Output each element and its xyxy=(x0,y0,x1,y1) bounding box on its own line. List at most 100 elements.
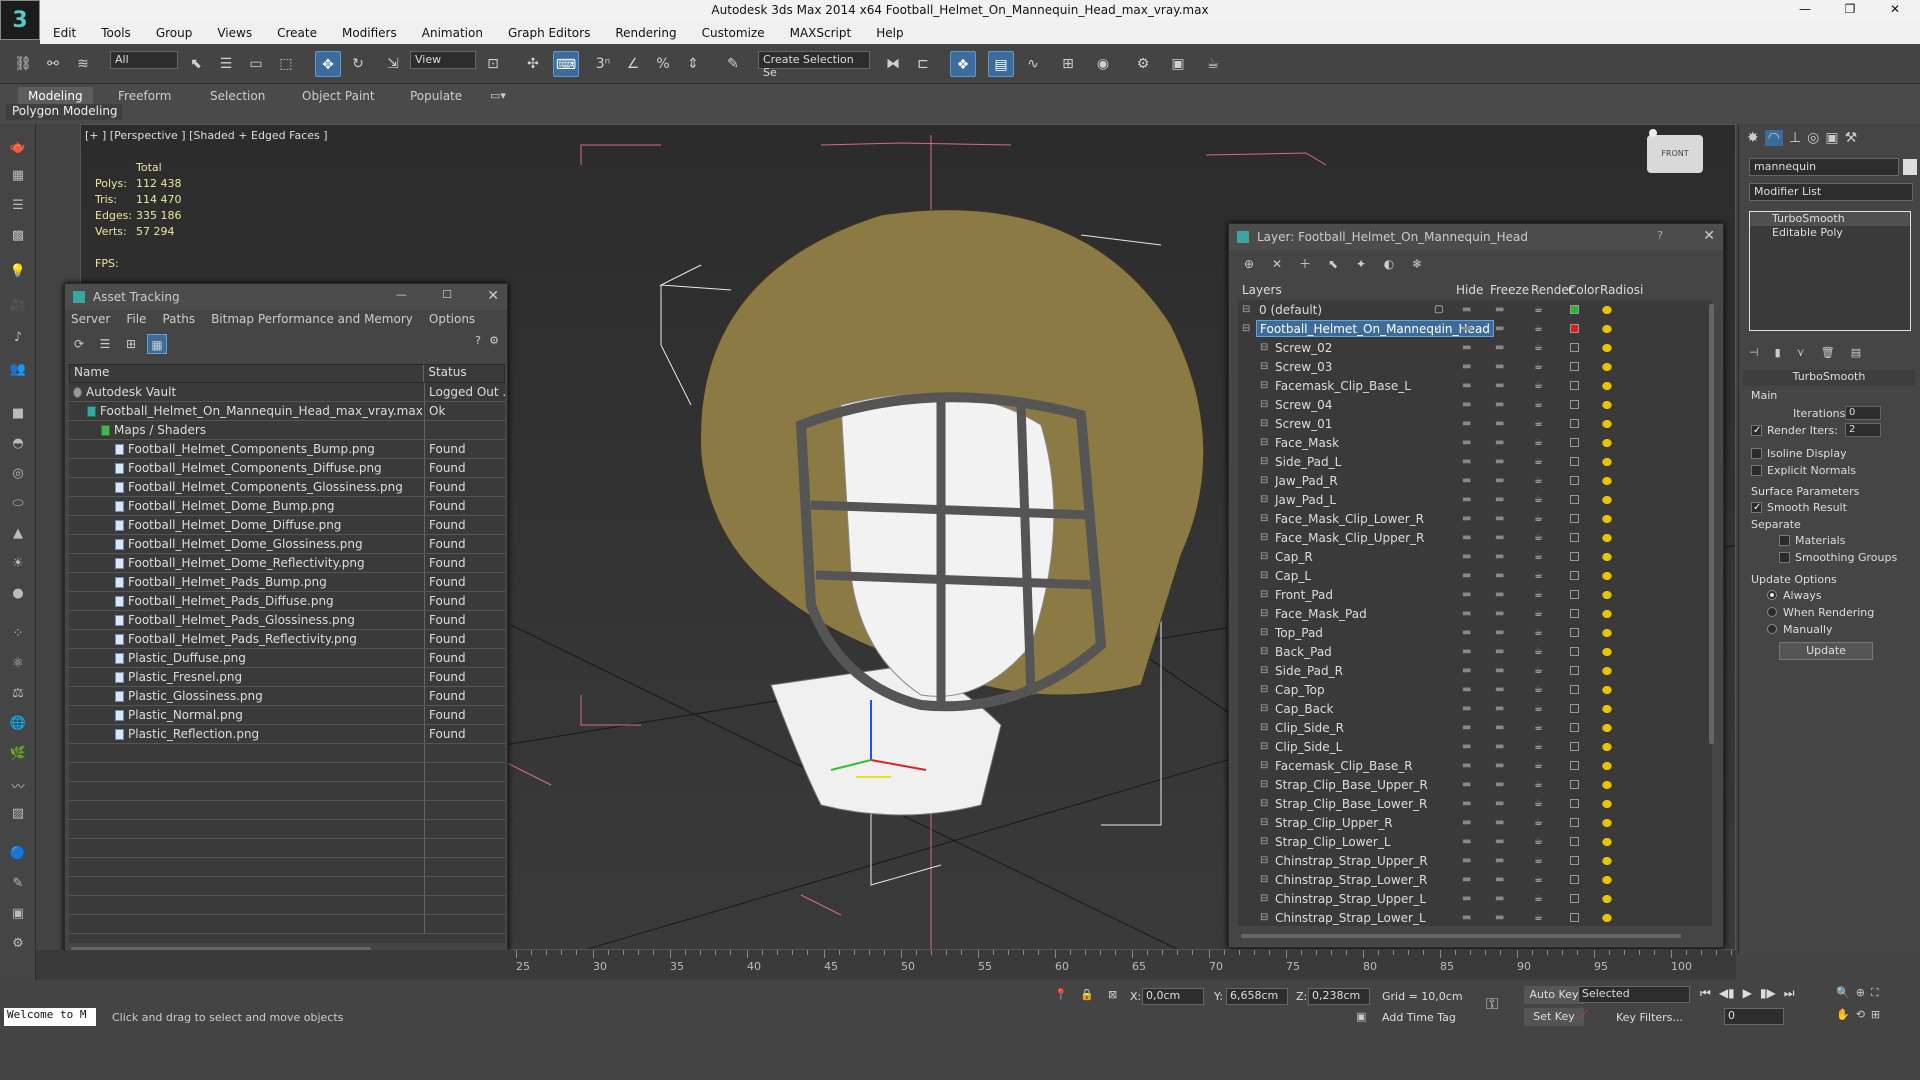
hide-toggle[interactable]: ▬ xyxy=(1462,551,1471,562)
layer-name[interactable]: Clip_Side_L xyxy=(1272,738,1345,755)
layer-name[interactable]: Face_Mask_Pad xyxy=(1272,605,1370,622)
hide-toggle[interactable]: ▬ xyxy=(1462,418,1471,429)
radiosity-icon[interactable] xyxy=(1600,779,1614,791)
layer-name[interactable]: Front_Pad xyxy=(1272,586,1336,603)
layer-row[interactable]: ⊟ Strap_Clip_Base_Lower_R ▬ ▬ ☕ xyxy=(1238,794,1712,813)
layer-window-titlebar[interactable]: Layer: Football_Helmet_On_Mannequin_Head xyxy=(1229,224,1723,250)
hide-toggle[interactable]: ▬ xyxy=(1462,570,1471,581)
when-rendering-radio[interactable] xyxy=(1767,607,1777,617)
manually-radio[interactable] xyxy=(1767,624,1777,634)
layer-row[interactable]: ⊟ Screw_02 ▬ ▬ ☕ xyxy=(1238,338,1712,357)
asset-row[interactable]: Plastic_Fresnel.png Found xyxy=(69,668,505,687)
render-teapot-icon[interactable]: ☕ xyxy=(1534,304,1543,315)
layer-color-swatch[interactable] xyxy=(1570,514,1579,523)
turbosmooth-rollout-header[interactable]: TurboSmooth xyxy=(1743,370,1915,386)
close-icon[interactable]: ✕ xyxy=(487,288,499,304)
render-teapot-icon[interactable]: ☕ xyxy=(1534,760,1543,771)
tab-populate[interactable]: Populate xyxy=(400,87,472,105)
layer-color-swatch[interactable] xyxy=(1570,343,1579,352)
freeze-toggle[interactable]: ▬ xyxy=(1495,646,1504,657)
y-coord-field[interactable]: 6,658cm xyxy=(1226,988,1288,1005)
render-teapot-icon[interactable]: ☕ xyxy=(1534,456,1543,467)
asset-row[interactable]: Football_Helmet_Pads_Reflectivity.png Fou… xyxy=(69,630,505,649)
menu-options[interactable]: Options xyxy=(429,312,475,326)
table-view-icon[interactable]: ▦ xyxy=(147,334,167,354)
menu-customize[interactable]: Customize xyxy=(702,26,765,40)
asset-row[interactable]: Football_Helmet_Dome_Diffuse.png Found xyxy=(69,516,505,535)
layer-color-swatch[interactable] xyxy=(1570,571,1579,580)
make-unique-icon[interactable]: ⋎ xyxy=(1797,346,1805,359)
layer-color-swatch[interactable] xyxy=(1570,780,1579,789)
radiosity-icon[interactable] xyxy=(1600,513,1614,525)
freeze-toggle[interactable]: ▬ xyxy=(1495,627,1504,638)
layer-color-swatch[interactable] xyxy=(1570,590,1579,599)
select-objects-icon[interactable]: ⬉ xyxy=(1323,254,1343,274)
layer-name[interactable]: Cap_Top xyxy=(1272,681,1328,698)
layer-name[interactable]: Strap_Clip_Upper_R xyxy=(1272,814,1396,831)
render-iters-checkbox[interactable] xyxy=(1751,425,1762,436)
tab-modeling[interactable]: Modeling xyxy=(18,87,93,105)
layer-color-swatch[interactable] xyxy=(1570,647,1579,656)
layer-row[interactable]: ⊟ Screw_04 ▬ ▬ ☕ xyxy=(1238,395,1712,414)
render-teapot-icon[interactable]: ☕ xyxy=(1534,684,1543,695)
asset-row[interactable]: Football_Helmet_Pads_Diffuse.png Found xyxy=(69,592,505,611)
layer-row[interactable]: ⊟ Facemask_Clip_Base_L ▬ ▬ ☕ xyxy=(1238,376,1712,395)
render-teapot-icon[interactable]: ☕ xyxy=(1534,342,1543,353)
material-editor-icon[interactable]: ◉ xyxy=(1090,51,1116,77)
layer-color-swatch[interactable] xyxy=(1570,685,1579,694)
hide-toggle[interactable]: ▬ xyxy=(1462,513,1471,524)
layer-color-swatch[interactable] xyxy=(1570,362,1579,371)
render-teapot-icon[interactable]: ☕ xyxy=(1534,361,1543,372)
list-icon[interactable]: ☰ xyxy=(6,198,30,220)
hide-toggle[interactable]: ▬ xyxy=(1462,836,1471,847)
go-to-end-icon[interactable]: ⏭ xyxy=(1784,986,1795,1001)
help-icon[interactable]: ? xyxy=(475,334,481,347)
freeze-toggle[interactable]: ▬ xyxy=(1495,418,1504,429)
refresh-icon[interactable]: ⟳ xyxy=(69,334,89,354)
render-teapot-icon[interactable]: ☕ xyxy=(1534,380,1543,391)
freeze-toggle[interactable]: ▬ xyxy=(1495,399,1504,410)
orbit-icon[interactable]: ⟲ xyxy=(1856,1008,1865,1021)
layer-color-swatch[interactable] xyxy=(1570,704,1579,713)
tab-freeform[interactable]: Freeform xyxy=(108,87,181,105)
layer-name[interactable]: Jaw_Pad_R xyxy=(1272,472,1341,489)
layer-name[interactable]: Chinstrap_Strap_Lower_R xyxy=(1272,871,1430,888)
sound-icon[interactable]: ♪ xyxy=(6,330,30,352)
radiosity-icon[interactable] xyxy=(1600,627,1614,639)
render-teapot-icon[interactable]: ☕ xyxy=(1534,703,1543,714)
layer-row[interactable]: ⊟ Football_Helmet_On_Mannequin_Head ✓ ▬ ▬ ☕ xyxy=(1238,319,1712,338)
hide-toggle[interactable]: ▬ xyxy=(1462,532,1471,543)
hide-toggle[interactable]: ▬ xyxy=(1462,779,1471,790)
layer-color-swatch[interactable] xyxy=(1570,533,1579,542)
menu-help[interactable]: Help xyxy=(876,26,903,40)
tab-selection[interactable]: Selection xyxy=(200,87,275,105)
asset-row[interactable]: Plastic_Reflection.png Found xyxy=(69,725,505,744)
layer-color-swatch[interactable] xyxy=(1570,723,1579,732)
asset-row[interactable]: Football_Helmet_Dome_Reflectivity.png Fou… xyxy=(69,554,505,573)
radiosity-icon[interactable] xyxy=(1600,817,1614,829)
hide-toggle[interactable]: ▬ xyxy=(1462,817,1471,828)
cone-icon[interactable]: ▲ xyxy=(6,526,30,548)
radiosity-icon[interactable] xyxy=(1600,703,1614,715)
tab-object-paint[interactable]: Object Paint xyxy=(292,87,385,105)
layer-color-swatch[interactable] xyxy=(1570,628,1579,637)
layer-row[interactable]: ⊟ Strap_Clip_Lower_L ▬ ▬ ☕ xyxy=(1238,832,1712,851)
next-frame-icon[interactable]: ▮▶ xyxy=(1760,986,1776,1001)
menu-bitmap-performance[interactable]: Bitmap Performance and Memory xyxy=(211,312,413,326)
layer-name[interactable]: Chinstrap_Strap_Upper_R xyxy=(1272,852,1431,869)
radiosity-icon[interactable] xyxy=(1600,722,1614,734)
marker-icon[interactable]: 📍 xyxy=(1054,988,1068,1001)
freeze-toggle[interactable]: ▬ xyxy=(1495,912,1504,923)
menu-tools[interactable]: Tools xyxy=(101,26,131,40)
layer-row[interactable]: ⊟ Jaw_Pad_R ▬ ▬ ☕ xyxy=(1238,471,1712,490)
go-to-start-icon[interactable]: ⏮ xyxy=(1700,986,1711,1001)
hide-toggle[interactable]: ▬ xyxy=(1462,437,1471,448)
percent-snap-icon[interactable]: % xyxy=(650,51,676,77)
angle-snap-icon[interactable]: ∠ xyxy=(620,51,646,77)
layer-name[interactable]: Strap_Clip_Lower_L xyxy=(1272,833,1394,850)
layer-name[interactable]: Cap_R xyxy=(1272,548,1316,565)
hide-toggle[interactable]: ▬ xyxy=(1462,494,1471,505)
render-teapot-icon[interactable]: ☕ xyxy=(1534,779,1543,790)
freeze-toggle[interactable]: ▬ xyxy=(1495,361,1504,372)
asset-tracking-titlebar[interactable]: Asset Tracking xyxy=(65,284,507,310)
